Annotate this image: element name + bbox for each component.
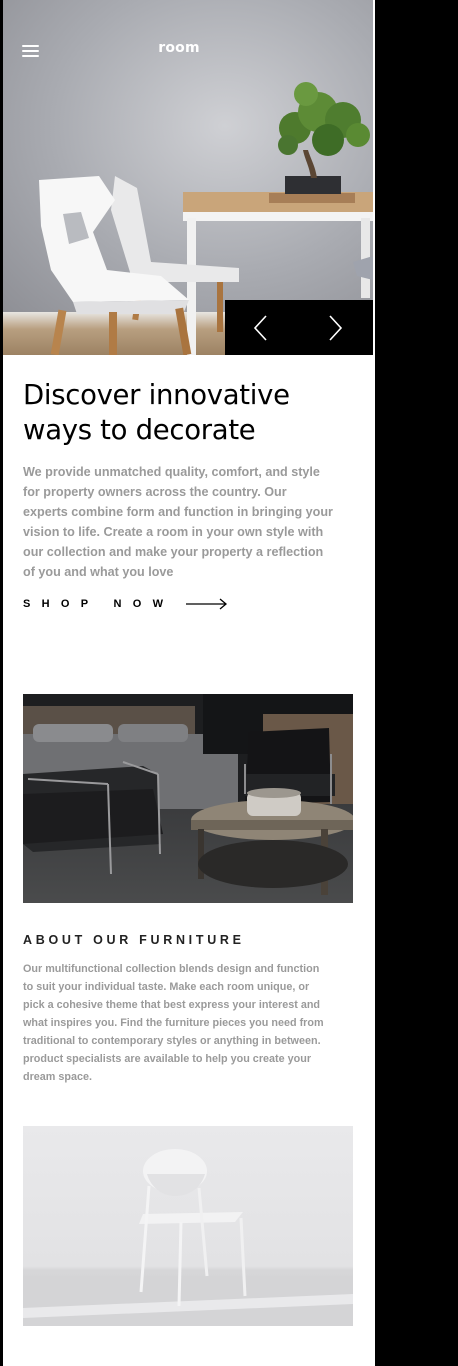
about-image: [23, 694, 353, 903]
headline-line: Discover innovative: [23, 379, 290, 411]
shop-now-link[interactable]: SHOP NOW: [23, 598, 228, 610]
page: room Discover innovative ways to decorat…: [3, 0, 373, 1366]
slider-controls: [225, 300, 373, 355]
intro-section: Discover innovative ways to decorate We …: [23, 378, 333, 582]
chevron-left-icon: [253, 315, 267, 341]
scrollbar[interactable]: [373, 0, 375, 1366]
about-title: ABOUT OUR FURNITURE: [23, 933, 245, 947]
chevron-right-icon: [329, 315, 343, 341]
headline-line: ways to decorate: [23, 414, 256, 446]
chair-image: [23, 1126, 353, 1326]
slider-prev-button[interactable]: [225, 300, 299, 355]
logo[interactable]: room: [3, 40, 355, 56]
shop-now-label: SHOP NOW: [23, 598, 175, 610]
about-text: Our multifunctional collection blends de…: [23, 963, 324, 1083]
arrow-right-icon: [186, 598, 228, 610]
hero-section: room: [3, 0, 373, 355]
white-chair-photo: [23, 1149, 353, 1326]
furniture-photo: [23, 694, 353, 903]
intro-text: We provide unmatched quality, comfort, a…: [23, 465, 333, 579]
slider-next-button[interactable]: [299, 300, 373, 355]
page-title: Discover innovative ways to decorate: [23, 378, 333, 448]
